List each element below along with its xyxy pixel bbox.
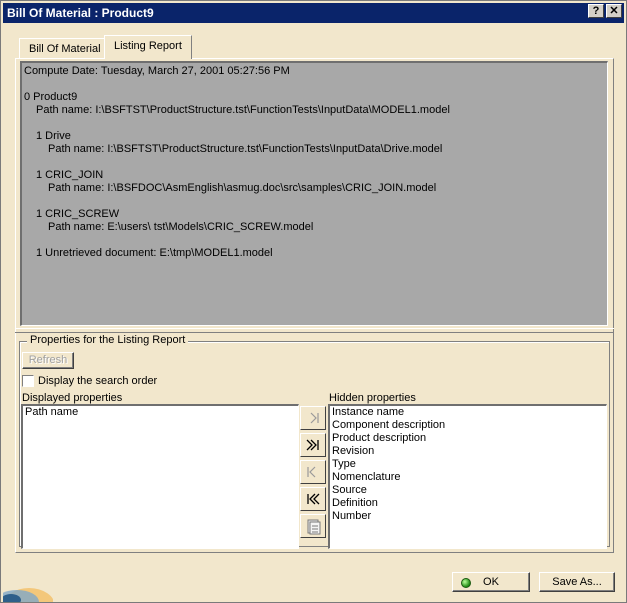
double-chevron-right-bar-icon [306,439,319,451]
list-item[interactable]: Nomenclature [330,471,606,484]
displayed-properties-label: Displayed properties [22,392,123,404]
catia-logo-icon [3,588,53,602]
tab-label: Listing Report [114,40,182,52]
list-item[interactable]: Number [330,510,606,523]
tab-label: Bill Of Material [29,43,101,55]
properties-list-button[interactable] [300,514,326,538]
list-item[interactable]: Component description [330,419,606,432]
report-line: Path name: I:\BSFTST\ProductStructure.ts… [48,143,443,155]
move-all-right-button[interactable] [300,433,326,457]
document-list-icon [307,519,321,535]
tab-bill-of-material[interactable]: Bill Of Material [19,38,111,59]
chevron-right-bar-icon [310,412,319,424]
report-line: Path name: I:\BSFDOC\AsmEnglish\asmug.do… [48,182,437,194]
ok-status-icon [461,578,471,588]
list-item[interactable]: Source [330,484,606,497]
help-button[interactable]: ? [588,4,604,18]
close-icon: ✕ [609,5,619,17]
report-line: Path name: I:\BSFTST\ProductStructure.ts… [36,104,450,116]
list-item[interactable]: Path name [23,406,298,419]
list-item[interactable]: Definition [330,497,606,510]
list-item[interactable]: Instance name [330,406,606,419]
double-chevron-left-bar-icon [307,493,320,505]
hidden-properties-list[interactable]: Instance name Component description Prod… [328,404,607,549]
list-item[interactable]: Revision [330,445,606,458]
save-as-button[interactable]: Save As... [539,572,615,592]
close-button[interactable]: ✕ [606,4,622,18]
report-line: 1 Drive [36,130,71,142]
ok-button[interactable]: OK [452,572,530,592]
move-one-left-button[interactable] [300,460,326,484]
report-line: 1 CRIC_JOIN [36,169,104,181]
listing-report-text[interactable]: Compute Date: Tuesday, March 27, 2001 05… [20,61,608,326]
tab-listing-report[interactable]: Listing Report [104,35,192,59]
help-icon: ? [592,5,600,17]
list-item[interactable]: Product description [330,432,606,445]
refresh-button[interactable]: Refresh [22,352,74,369]
search-order-label: Display the search order [38,375,158,387]
report-line: Compute Date: Tuesday, March 27, 2001 05… [24,65,290,77]
search-order-checkbox[interactable] [22,375,34,387]
hidden-properties-label: Hidden properties [329,392,416,404]
report-line: Path name: E:\users\ tst\Models\CRIC_SCR… [48,221,314,233]
displayed-properties-list[interactable]: Path name [21,404,299,549]
list-item[interactable]: Type [330,458,606,471]
refresh-label: Refresh [28,354,68,366]
window-title: Bill Of Material : Product9 [7,6,154,20]
save-as-label: Save As... [552,576,602,588]
properties-group-title: Properties for the Listing Report [27,334,189,346]
chevron-left-bar-icon [307,466,316,478]
title-bar: Bill Of Material : Product9 [3,3,624,23]
report-line: 1 Unretrieved document: E:\tmp\MODEL1.mo… [36,247,273,259]
move-one-right-button[interactable] [300,406,326,430]
report-line: 0 Product9 [24,91,78,103]
pane-splitter[interactable] [15,328,614,333]
report-line: 1 CRIC_SCREW [36,208,120,220]
catia-logo-swirl [3,566,53,602]
ok-label: OK [483,576,499,588]
move-all-left-button[interactable] [300,487,326,511]
bom-dialog: Bill Of Material : Product9 ? ✕ Bill Of … [0,0,627,603]
